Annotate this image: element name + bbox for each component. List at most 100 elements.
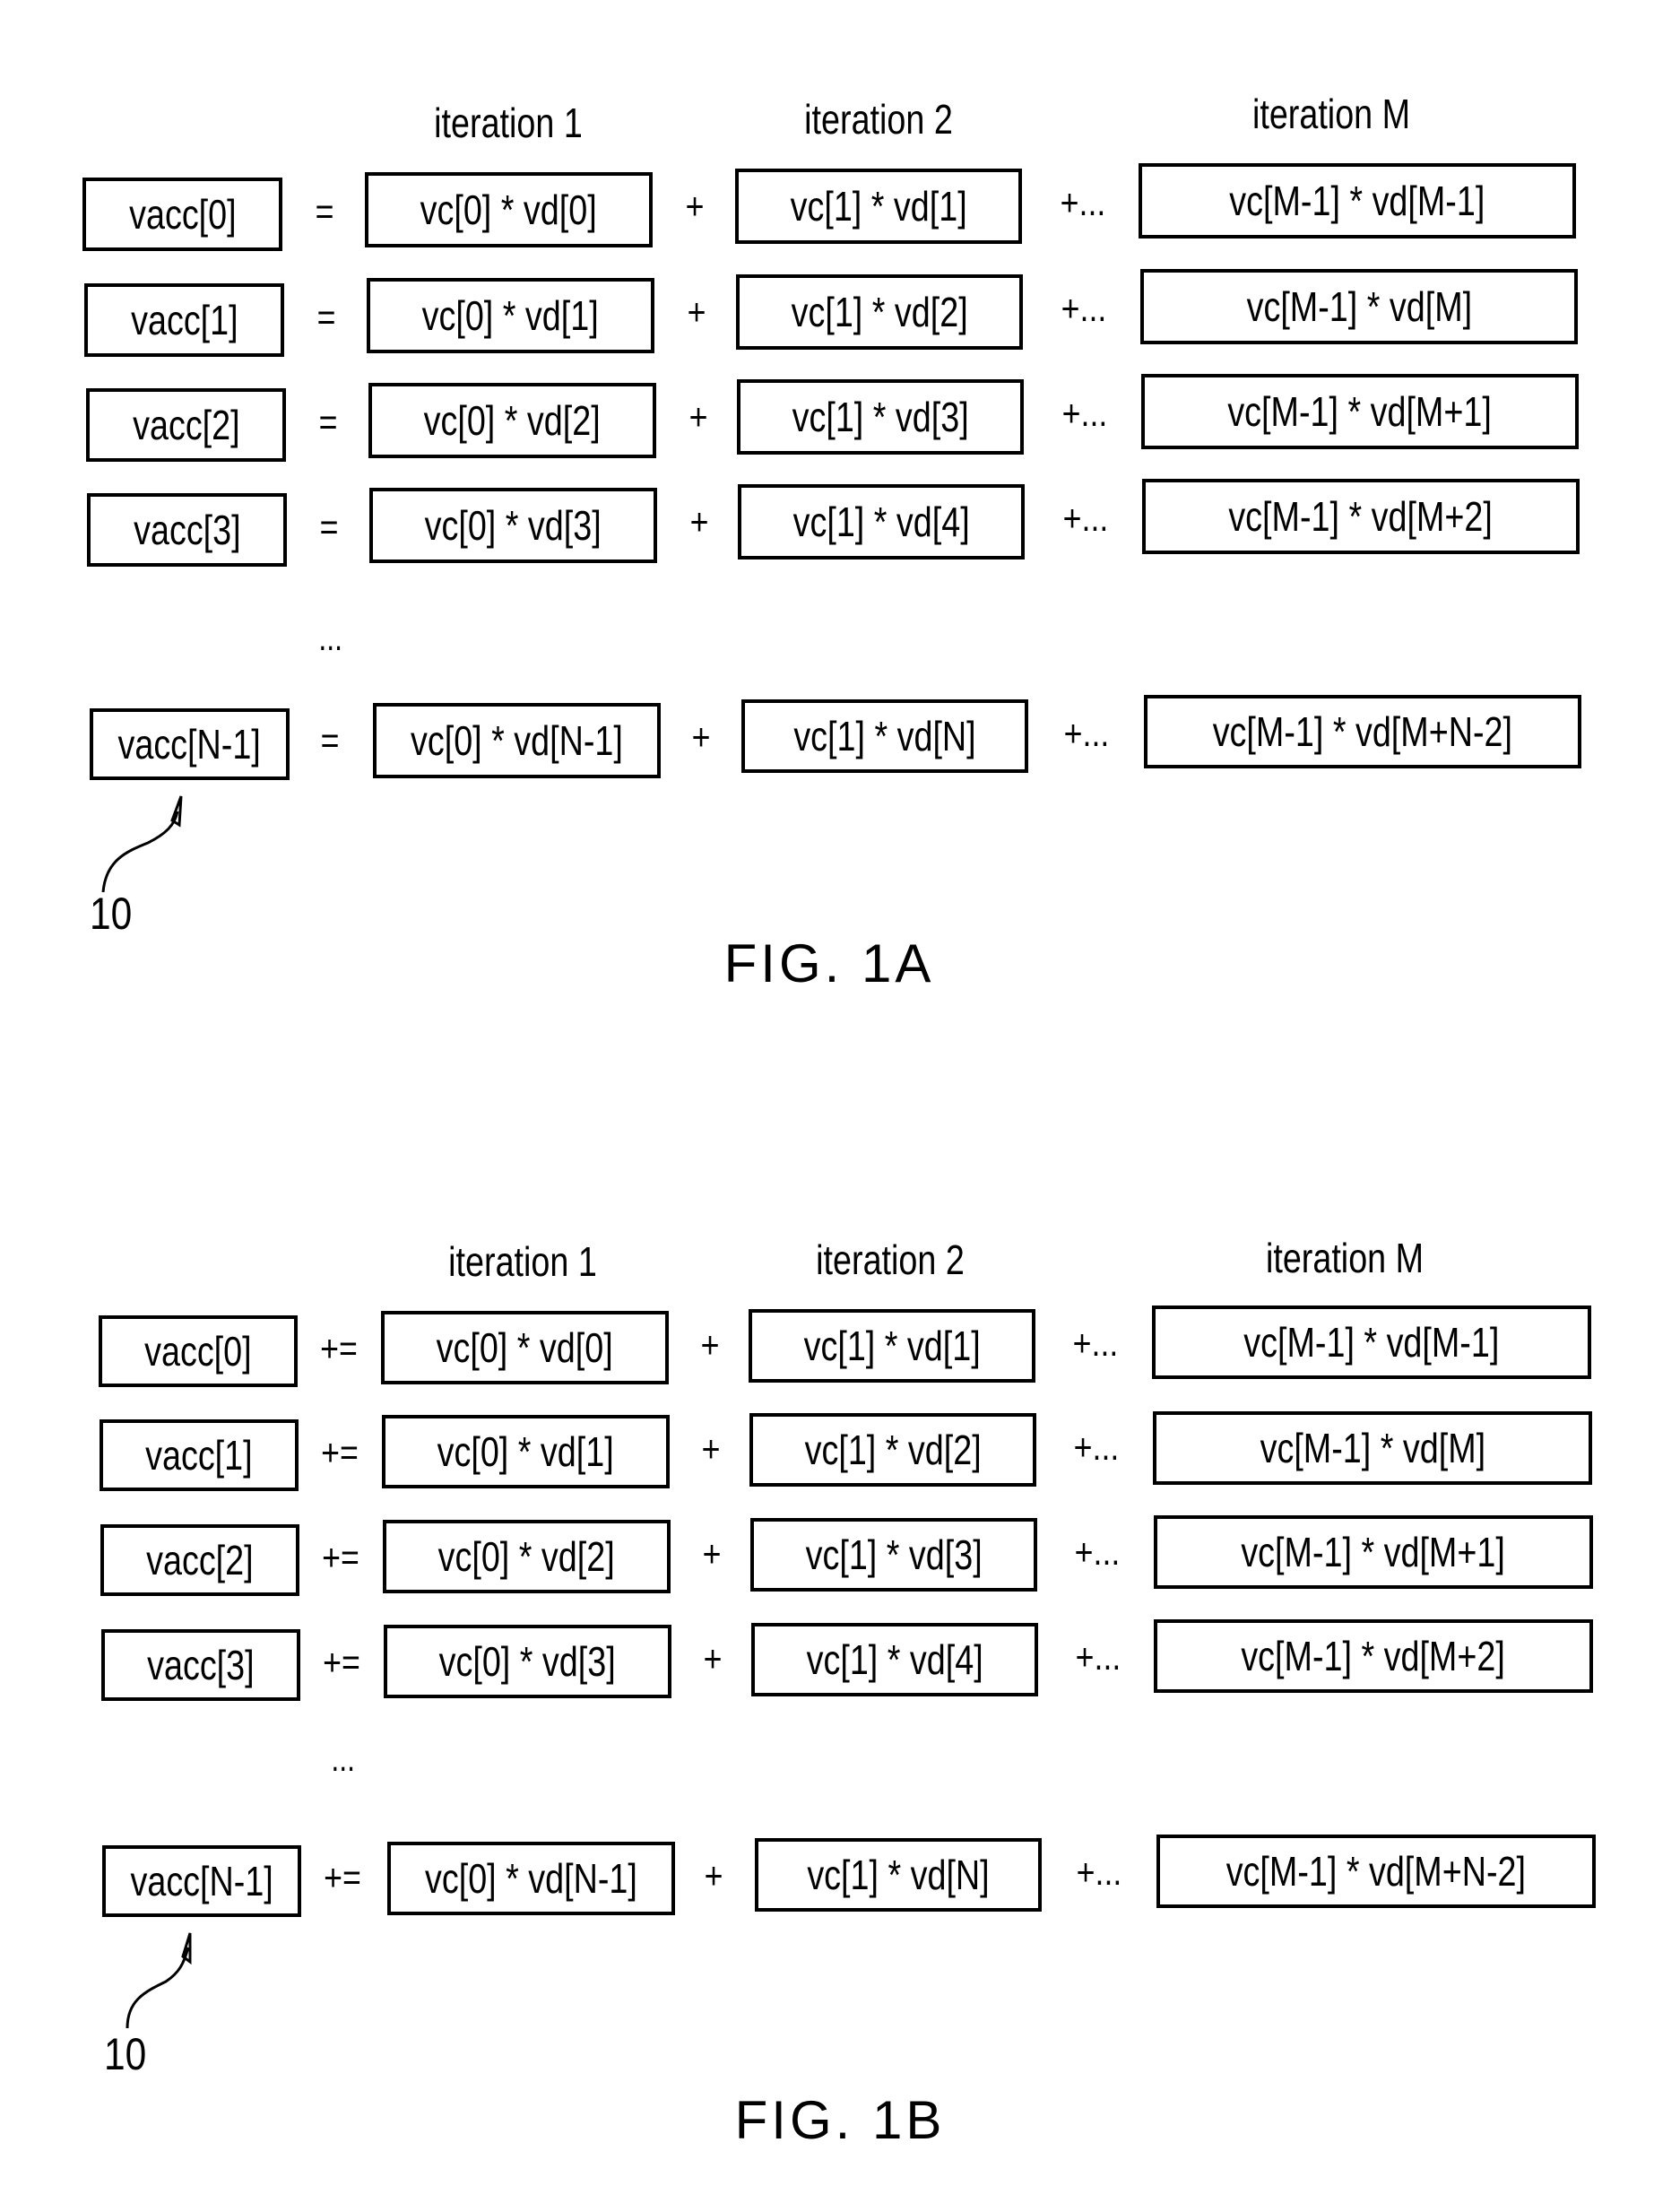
product-term-box: vc[1] * vd[N] [741, 699, 1028, 773]
product-term-box: vc[0] * vd[2] [368, 383, 656, 458]
product-term-box: vc[M-1] * vd[M] [1153, 1411, 1592, 1485]
column-header-iteration-1: iteration 1 [434, 100, 583, 146]
product-term-label: vc[1] * vd[4] [806, 1636, 983, 1683]
product-term-label: vc[M-1] * vd[M+1] [1227, 388, 1493, 435]
continue-operator: +... [1060, 181, 1106, 223]
product-term-box: vc[1] * vd[1] [735, 169, 1022, 244]
assign-operator: = [320, 719, 340, 761]
accumulator-box: vacc[0] [99, 1315, 298, 1387]
product-term-box: vc[1] * vd[4] [738, 484, 1025, 560]
assign-operator: = [315, 190, 334, 232]
accumulator-label: vacc[3] [147, 1642, 255, 1688]
accumulator-box: vacc[1] [100, 1419, 299, 1491]
product-term-box: vc[M-1] * vd[M-1] [1139, 163, 1576, 239]
accumulator-box: vacc[1] [84, 283, 284, 357]
product-term-box: vc[1] * vd[3] [737, 379, 1024, 455]
reference-numeral: 10 [104, 2029, 147, 2079]
product-term-label: vc[0] * vd[N-1] [425, 1855, 637, 1902]
plus-operator: + [688, 395, 708, 438]
product-term-box: vc[M-1] * vd[M-1] [1152, 1306, 1591, 1379]
product-term-label: vc[M-1] * vd[M+2] [1241, 1633, 1506, 1679]
add-assign-operator: += [323, 1641, 360, 1683]
product-term-label: vc[M-1] * vd[M] [1260, 1425, 1485, 1471]
continue-operator: +... [1061, 392, 1108, 434]
product-term-box: vc[1] * vd[1] [749, 1309, 1035, 1383]
product-term-label: vc[1] * vd[1] [803, 1323, 981, 1369]
column-header-iteration-1: iteration 1 [448, 1238, 597, 1285]
product-term-label: vc[M-1] * vd[M+1] [1241, 1529, 1506, 1575]
product-term-box: vc[0] * vd[3] [384, 1625, 671, 1698]
product-term-box: vc[1] * vd[4] [751, 1623, 1038, 1696]
reference-numeral: 10 [90, 889, 133, 939]
continue-operator: +... [1063, 712, 1110, 754]
product-term-label: vc[1] * vd[3] [805, 1531, 983, 1578]
product-term-label: vc[0] * vd[N-1] [411, 717, 623, 764]
product-term-label: vc[0] * vd[1] [421, 292, 600, 339]
accumulator-box: vacc[3] [101, 1629, 300, 1701]
product-term-box: vc[1] * vd[N] [755, 1838, 1042, 1912]
plus-operator: + [704, 1854, 723, 1896]
assign-operator: = [316, 296, 336, 338]
continue-operator: +... [1062, 497, 1109, 539]
product-term-label: vc[1] * vd[1] [790, 183, 967, 230]
add-assign-operator: += [321, 1431, 359, 1473]
product-term-label: vc[M-1] * vd[M] [1246, 283, 1472, 330]
continue-operator: +... [1074, 1531, 1121, 1573]
product-term-label: vc[M-1] * vd[M+N-2] [1212, 708, 1513, 755]
product-term-label: vc[0] * vd[3] [438, 1638, 617, 1685]
accumulator-box: vacc[N-1] [90, 708, 290, 780]
product-term-label: vc[M-1] * vd[M+N-2] [1225, 1848, 1527, 1895]
add-assign-operator: += [320, 1327, 358, 1369]
row-ellipsis: ... [318, 619, 343, 658]
plus-operator: + [687, 291, 706, 333]
product-term-box: vc[1] * vd[2] [749, 1413, 1036, 1487]
column-header-iteration-2: iteration 2 [804, 96, 953, 143]
assign-operator: = [319, 506, 339, 548]
accumulator-box: vacc[2] [100, 1524, 299, 1596]
accumulator-box: vacc[3] [87, 493, 287, 567]
product-term-label: vc[0] * vd[0] [436, 1324, 614, 1371]
product-term-box: vc[M-1] * vd[M] [1140, 269, 1578, 344]
accumulator-label: vacc[N-1] [117, 721, 262, 768]
product-term-box: vc[M-1] * vd[M+1] [1141, 374, 1579, 449]
product-term-label: vc[1] * vd[2] [791, 289, 968, 335]
accumulator-label: vacc[0] [144, 1328, 252, 1375]
leader-arrow-icon [126, 1932, 192, 2029]
plus-operator: + [691, 716, 711, 758]
accumulator-label: vacc[2] [132, 402, 240, 448]
plus-operator: + [701, 1427, 721, 1470]
accumulator-label: vacc[2] [146, 1537, 254, 1583]
product-term-label: vc[M-1] * vd[M-1] [1243, 1319, 1500, 1366]
product-term-box: vc[M-1] * vd[M+N-2] [1156, 1835, 1596, 1908]
row-ellipsis: ... [331, 1739, 356, 1779]
continue-operator: +... [1076, 1851, 1122, 1893]
plus-operator: + [703, 1637, 723, 1679]
accumulator-box: vacc[2] [86, 388, 286, 462]
figure-caption: FIG. 1A [723, 933, 935, 993]
plus-operator: + [702, 1532, 722, 1574]
product-term-box: vc[0] * vd[3] [369, 488, 657, 563]
product-term-box: vc[M-1] * vd[M+2] [1154, 1619, 1593, 1693]
assign-operator: = [318, 401, 338, 443]
accumulator-box: vacc[N-1] [102, 1845, 301, 1917]
product-term-label: vc[1] * vd[3] [792, 394, 969, 440]
column-header-iteration-2: iteration 2 [816, 1236, 965, 1283]
accumulator-label: vacc[1] [145, 1432, 253, 1479]
product-term-label: vc[0] * vd[3] [424, 502, 602, 549]
product-term-label: vc[1] * vd[N] [793, 713, 976, 759]
product-term-box: vc[0] * vd[2] [383, 1520, 671, 1593]
product-term-label: vc[0] * vd[1] [437, 1428, 615, 1475]
add-assign-operator: += [322, 1536, 359, 1578]
plus-operator: + [689, 500, 709, 542]
continue-operator: +... [1072, 1322, 1119, 1364]
add-assign-operator: += [324, 1856, 361, 1898]
column-header-iteration-m: iteration M [1265, 1235, 1425, 1281]
plus-operator: + [700, 1323, 720, 1366]
product-term-box: vc[0] * vd[1] [367, 278, 654, 353]
accumulator-label: vacc[0] [128, 191, 237, 238]
product-term-box: vc[0] * vd[N-1] [387, 1842, 675, 1915]
product-term-box: vc[M-1] * vd[M+1] [1154, 1515, 1593, 1589]
product-term-label: vc[1] * vd[N] [807, 1852, 990, 1898]
product-term-box: vc[M-1] * vd[M+N-2] [1144, 695, 1581, 768]
plus-operator: + [685, 185, 705, 227]
